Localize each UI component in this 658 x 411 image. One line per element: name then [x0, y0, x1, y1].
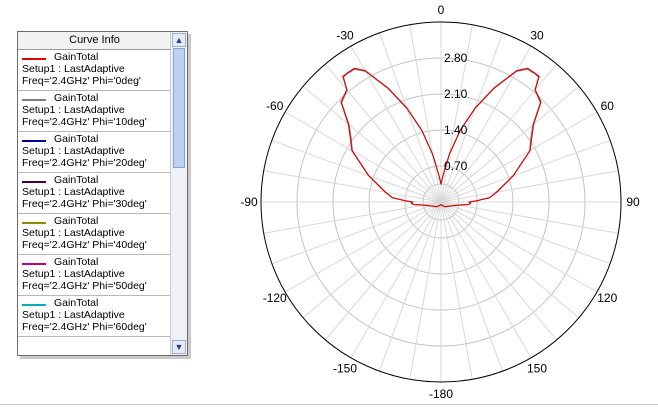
- scroll-up-icon[interactable]: ▲: [172, 33, 186, 47]
- curve-entry[interactable]: GainTotal Setup1 : LastAdaptive Freq='2.4G…: [18, 255, 171, 296]
- curve-swatch: [22, 140, 46, 142]
- angle-tick-label: 120: [597, 291, 617, 305]
- radial-tick-label: 1.40: [444, 123, 468, 137]
- angle-tick-label: -90: [240, 195, 258, 209]
- window-bottom-border: [0, 404, 658, 405]
- curve-freq: Freq='2.4GHz' Phi='50deg': [22, 280, 147, 292]
- curve-entry[interactable]: GainTotal Setup1 : LastAdaptive Freq='2.4G…: [18, 214, 171, 255]
- curve-name: GainTotal: [54, 256, 99, 268]
- scroll-down-icon[interactable]: ▼: [172, 340, 186, 354]
- curve-setup: Setup1 : LastAdaptive: [22, 186, 125, 198]
- curve-setup: Setup1 : LastAdaptive: [22, 227, 125, 239]
- curve-setup: Setup1 : LastAdaptive: [22, 63, 125, 75]
- curve-name: GainTotal: [54, 215, 99, 227]
- curve-swatch: [22, 263, 46, 265]
- curve-freq: Freq='2.4GHz' Phi='20deg': [22, 157, 147, 169]
- angle-tick-label: -180: [429, 387, 453, 401]
- curve-entry[interactable]: GainTotal Setup1 : LastAdaptive Freq='2.4G…: [18, 91, 171, 132]
- curve-name: GainTotal: [54, 174, 99, 186]
- curve-freq: Freq='2.4GHz' Phi='60deg': [22, 321, 147, 333]
- radial-tick-label: 2.80: [444, 51, 468, 65]
- scrollbar-thumb[interactable]: [173, 48, 185, 168]
- curve-name: GainTotal: [54, 92, 99, 104]
- angle-tick-label: 150: [527, 361, 547, 375]
- angle-tick-label: 30: [530, 29, 544, 43]
- curve-setup: Setup1 : LastAdaptive: [22, 268, 125, 280]
- curve-info-panel: Curve Info GainTotal Setup1 : LastAdaptiv…: [17, 31, 188, 356]
- angular-gridlines: [261, 22, 621, 382]
- angle-tick-label: 0: [438, 3, 445, 17]
- curve-freq: Freq='2.4GHz' Phi='10deg': [22, 116, 147, 128]
- curve-entry[interactable]: GainTotal Setup1 : LastAdaptive Freq='2.4G…: [18, 132, 171, 173]
- curve-name: GainTotal: [54, 133, 99, 145]
- curve-info-list: GainTotal Setup1 : LastAdaptive Freq='2.4G…: [18, 50, 171, 356]
- angle-tick-label: -60: [266, 99, 284, 113]
- curve-info-scrollbar[interactable]: ▲ ▼: [170, 32, 187, 355]
- angle-tick-label: -120: [263, 291, 287, 305]
- curve-swatch: [22, 304, 46, 306]
- curve-swatch: [22, 58, 46, 60]
- curve-entry[interactable]: GainTotal Setup1 : LastAdaptive Freq='2.4G…: [18, 296, 171, 337]
- curve-name: GainTotal: [54, 51, 99, 63]
- curve-setup: Setup1 : LastAdaptive: [22, 104, 125, 116]
- curve-freq: Freq='2.4GHz' Phi='0deg': [22, 75, 141, 87]
- curve-freq: Freq='2.4GHz' Phi='40deg': [22, 239, 147, 251]
- curve-freq: Freq='2.4GHz' Phi='30deg': [22, 198, 147, 210]
- curve-swatch: [22, 222, 46, 224]
- curve-entry[interactable]: GainTotal Setup1 : LastAdaptive Freq='2.4G…: [18, 50, 171, 91]
- curve-info-title: Curve Info: [18, 32, 171, 50]
- curve-swatch: [22, 181, 46, 183]
- curve-setup: Setup1 : LastAdaptive: [22, 309, 125, 321]
- radial-tick-label: 2.10: [444, 87, 468, 101]
- curve-swatch: [22, 99, 46, 101]
- radial-tick-label: 0.70: [444, 159, 468, 173]
- angle-tick-label: -30: [336, 29, 354, 43]
- angle-tick-label: 90: [626, 195, 640, 209]
- curve-entry[interactable]: GainTotal Setup1 : LastAdaptive Freq='2.4G…: [18, 173, 171, 214]
- curve-name: GainTotal: [54, 297, 99, 309]
- angle-tick-label: -150: [333, 361, 357, 375]
- angle-tick-label: 60: [601, 99, 615, 113]
- curve-setup: Setup1 : LastAdaptive: [22, 145, 125, 157]
